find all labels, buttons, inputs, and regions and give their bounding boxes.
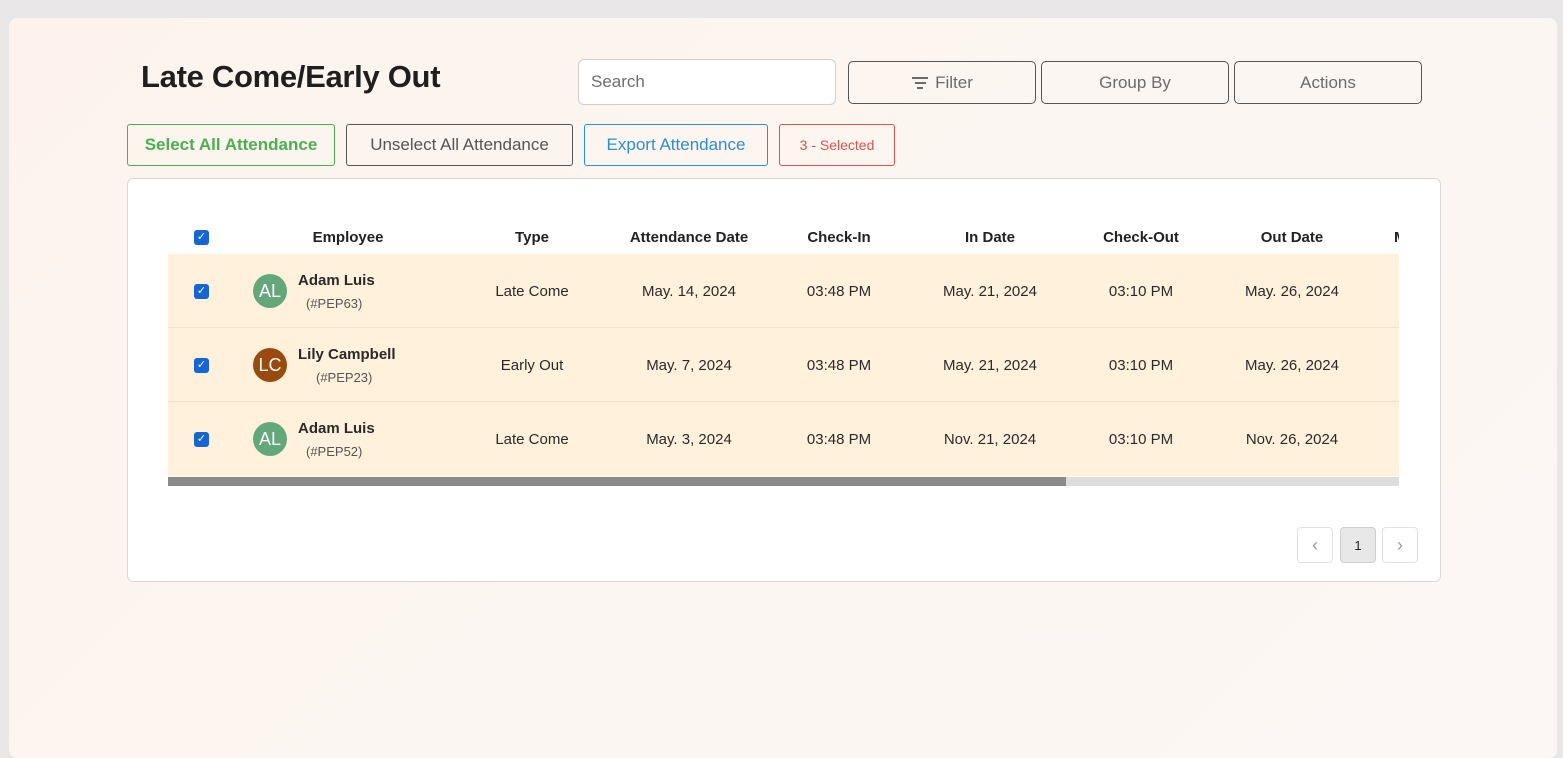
filter-button-label: Filter	[935, 72, 973, 92]
check-icon: ✓	[196, 433, 207, 445]
column-header-truncated: M	[1394, 215, 1399, 254]
employee-name: Lily Campbell	[298, 346, 396, 363]
filter-icon	[911, 76, 929, 89]
row-checkbox[interactable]: ✓	[194, 358, 209, 373]
avatar: AL	[253, 274, 287, 308]
in-date-cell: Nov. 21, 2024	[943, 431, 1037, 448]
check-out-cell: 03:10 PM	[1108, 357, 1174, 374]
check-in-cell: 03:48 PM	[806, 357, 872, 374]
previous-page-button[interactable]: ‹	[1297, 527, 1333, 563]
column-header-check-in: Check-In	[807, 229, 871, 246]
check-out-cell: 03:10 PM	[1108, 283, 1174, 300]
avatar: AL	[253, 422, 287, 456]
table-row[interactable]: ✓ AL Adam Luis (#PEP63) Late Come May. 1…	[168, 254, 1399, 328]
type-cell: Early Out	[500, 357, 564, 374]
out-date-cell: May. 26, 2024	[1245, 357, 1339, 374]
column-header-type: Type	[515, 229, 549, 246]
chevron-left-icon: ‹	[1312, 535, 1318, 555]
employee-id: (#PEP63)	[306, 296, 363, 311]
employee-id: (#PEP23)	[316, 370, 373, 385]
type-cell: Late Come	[495, 431, 569, 448]
attendance-table: ✓ Employee Type Attendance Date Check-In…	[168, 215, 1399, 487]
page-title: Late Come/Early Out	[141, 59, 441, 94]
column-header-in-date: In Date	[964, 229, 1015, 246]
table-row[interactable]: ✓ LC Lily Campbell (#PEP23) Early Out Ma…	[168, 328, 1399, 402]
in-date-cell: May. 21, 2024	[943, 283, 1037, 300]
out-date-cell: Nov. 26, 2024	[1245, 431, 1339, 448]
scrollbar-thumb[interactable]	[168, 477, 1066, 486]
attendance-date-cell: May. 3, 2024	[646, 431, 732, 448]
check-in-cell: 03:48 PM	[806, 283, 872, 300]
search-input[interactable]	[578, 59, 836, 105]
filter-button[interactable]: Filter	[848, 61, 1036, 104]
selected-count-button[interactable]: 3 - Selected	[779, 124, 895, 166]
check-icon: ✓	[196, 231, 207, 243]
attendance-date-cell: May. 7, 2024	[646, 357, 732, 374]
select-all-attendance-button[interactable]: Select All Attendance	[127, 124, 335, 166]
column-header-employee: Employee	[312, 229, 384, 246]
unselect-all-attendance-button[interactable]: Unselect All Attendance	[346, 124, 573, 166]
employee-name: Adam Luis	[298, 272, 375, 289]
export-attendance-button[interactable]: Export Attendance	[584, 124, 768, 166]
row-checkbox[interactable]: ✓	[194, 284, 209, 299]
attendance-table-card: ✓ Employee Type Attendance Date Check-In…	[127, 178, 1441, 582]
check-in-cell: 03:48 PM	[806, 431, 872, 448]
attendance-date-cell: May. 14, 2024	[642, 283, 736, 300]
employee-name: Adam Luis	[298, 420, 375, 437]
horizontal-scrollbar[interactable]	[168, 477, 1399, 486]
out-date-cell: May. 26, 2024	[1245, 283, 1339, 300]
column-header-check-out: Check-Out	[1103, 229, 1179, 246]
check-icon: ✓	[196, 359, 207, 371]
next-page-button[interactable]: ›	[1382, 527, 1418, 563]
table-header: ✓ Employee Type Attendance Date Check-In…	[168, 215, 1399, 254]
avatar: LC	[253, 348, 287, 382]
group-by-button[interactable]: Group By	[1041, 61, 1229, 104]
type-cell: Late Come	[495, 283, 569, 300]
row-checkbox[interactable]: ✓	[194, 432, 209, 447]
check-out-cell: 03:10 PM	[1108, 431, 1174, 448]
column-header-out-date: Out Date	[1260, 229, 1324, 246]
in-date-cell: May. 21, 2024	[943, 357, 1037, 374]
actions-button[interactable]: Actions	[1234, 61, 1422, 104]
chevron-right-icon: ›	[1397, 535, 1403, 555]
employee-id: (#PEP52)	[306, 444, 363, 459]
table-row[interactable]: ✓ AL Adam Luis (#PEP52) Late Come May. 3…	[168, 402, 1399, 476]
check-icon: ✓	[196, 285, 207, 297]
column-header-attendance-date: Attendance Date	[629, 229, 749, 246]
page-1-button[interactable]: 1	[1340, 527, 1376, 563]
select-all-checkbox[interactable]: ✓	[194, 230, 209, 245]
